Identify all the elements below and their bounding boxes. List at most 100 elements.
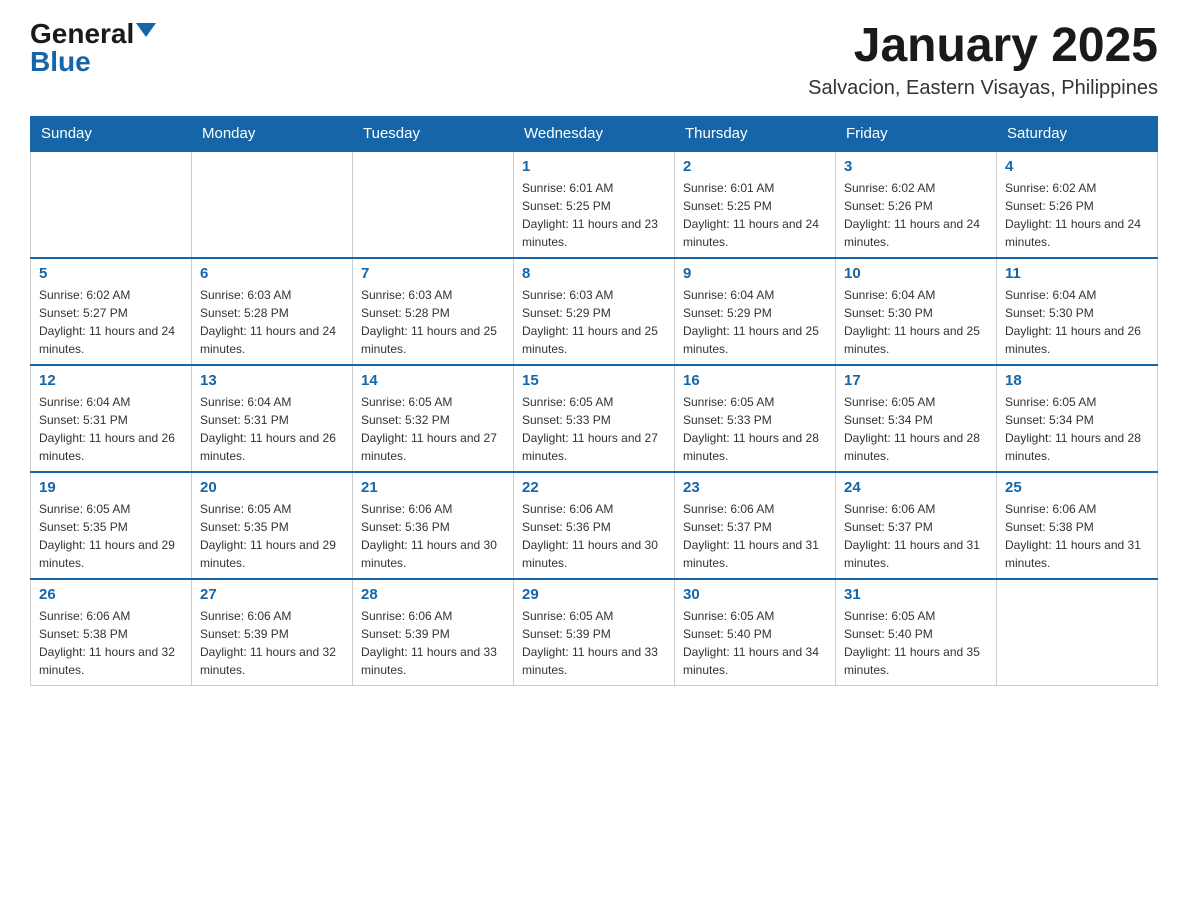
day-number: 26	[39, 586, 183, 603]
day-number: 28	[361, 586, 505, 603]
day-info: Sunrise: 6:05 AM Sunset: 5:33 PM Dayligh…	[522, 393, 666, 465]
calendar-cell: 18 Sunrise: 6:05 AM Sunset: 5:34 PM Dayli…	[997, 365, 1158, 472]
day-info: Sunrise: 6:06 AM Sunset: 5:38 PM Dayligh…	[39, 607, 183, 679]
weekday-header-saturday: Saturday	[997, 116, 1158, 151]
weekday-header-tuesday: Tuesday	[353, 116, 514, 151]
location-subtitle: Salvacion, Eastern Visayas, Philippines	[808, 77, 1158, 100]
day-number: 14	[361, 372, 505, 389]
day-info: Sunrise: 6:05 AM Sunset: 5:34 PM Dayligh…	[1005, 393, 1149, 465]
calendar-cell: 15 Sunrise: 6:05 AM Sunset: 5:33 PM Dayli…	[514, 365, 675, 472]
calendar-cell	[31, 151, 192, 258]
day-info: Sunrise: 6:03 AM Sunset: 5:28 PM Dayligh…	[361, 286, 505, 358]
day-number: 18	[1005, 372, 1149, 389]
day-info: Sunrise: 6:04 AM Sunset: 5:31 PM Dayligh…	[200, 393, 344, 465]
title-area: January 2025 Salvacion, Eastern Visayas,…	[808, 20, 1158, 100]
calendar-cell: 20Sunrise: 6:05 AM Sunset: 5:35 PM Dayli…	[192, 472, 353, 579]
day-info: Sunrise: 6:02 AM Sunset: 5:27 PM Dayligh…	[39, 286, 183, 358]
calendar-cell	[192, 151, 353, 258]
calendar-cell: 25 Sunrise: 6:06 AM Sunset: 5:38 PM Dayli…	[997, 472, 1158, 579]
day-info: Sunrise: 6:05 AM Sunset: 5:40 PM Dayligh…	[844, 607, 988, 679]
day-number: 17	[844, 372, 988, 389]
day-info: Sunrise: 6:06 AM Sunset: 5:37 PM Dayligh…	[844, 500, 988, 572]
day-info: Sunrise: 6:04 AM Sunset: 5:30 PM Dayligh…	[1005, 286, 1149, 358]
calendar-cell: 11 Sunrise: 6:04 AM Sunset: 5:30 PM Dayli…	[997, 258, 1158, 365]
weekday-header-row: SundayMondayTuesdayWednesdayThursdayFrid…	[31, 116, 1158, 151]
day-info: Sunrise: 6:05 AM Sunset: 5:33 PM Dayligh…	[683, 393, 827, 465]
day-info: Sunrise: 6:01 AM Sunset: 5:25 PM Dayligh…	[522, 179, 666, 251]
logo-general: General	[30, 20, 134, 48]
calendar-cell: 10 Sunrise: 6:04 AM Sunset: 5:30 PM Dayli…	[836, 258, 997, 365]
day-info: Sunrise: 6:02 AM Sunset: 5:26 PM Dayligh…	[844, 179, 988, 251]
day-number: 2	[683, 158, 827, 175]
calendar-cell: 16 Sunrise: 6:05 AM Sunset: 5:33 PM Dayli…	[675, 365, 836, 472]
calendar-cell: 28 Sunrise: 6:06 AM Sunset: 5:39 PM Dayli…	[353, 579, 514, 686]
calendar-cell: 22 Sunrise: 6:06 AM Sunset: 5:36 PM Dayli…	[514, 472, 675, 579]
day-number: 25	[1005, 479, 1149, 496]
calendar-cell: 30 Sunrise: 6:05 AM Sunset: 5:40 PM Dayli…	[675, 579, 836, 686]
day-number: 16	[683, 372, 827, 389]
day-number: 15	[522, 372, 666, 389]
calendar-week-row: 12 Sunrise: 6:04 AM Sunset: 5:31 PM Dayli…	[31, 365, 1158, 472]
day-info: Sunrise: 6:04 AM Sunset: 5:30 PM Dayligh…	[844, 286, 988, 358]
logo-blue: Blue	[30, 48, 91, 76]
day-number: 12	[39, 372, 183, 389]
calendar-cell: 4 Sunrise: 6:02 AM Sunset: 5:26 PM Daylig…	[997, 151, 1158, 258]
calendar-cell: 27Sunrise: 6:06 AM Sunset: 5:39 PM Dayli…	[192, 579, 353, 686]
calendar-cell: 26 Sunrise: 6:06 AM Sunset: 5:38 PM Dayli…	[31, 579, 192, 686]
day-info: Sunrise: 6:03 AM Sunset: 5:29 PM Dayligh…	[522, 286, 666, 358]
calendar-week-row: 5 Sunrise: 6:02 AM Sunset: 5:27 PM Daylig…	[31, 258, 1158, 365]
weekday-header-sunday: Sunday	[31, 116, 192, 151]
calendar-cell: 9 Sunrise: 6:04 AM Sunset: 5:29 PM Daylig…	[675, 258, 836, 365]
calendar-cell: 12 Sunrise: 6:04 AM Sunset: 5:31 PM Dayli…	[31, 365, 192, 472]
day-info: Sunrise: 6:03 AM Sunset: 5:28 PM Dayligh…	[200, 286, 344, 358]
day-info: Sunrise: 6:05 AM Sunset: 5:35 PM Dayligh…	[200, 500, 344, 572]
calendar-cell: 17Sunrise: 6:05 AM Sunset: 5:34 PM Dayli…	[836, 365, 997, 472]
day-number: 31	[844, 586, 988, 603]
day-info: Sunrise: 6:02 AM Sunset: 5:26 PM Dayligh…	[1005, 179, 1149, 251]
day-info: Sunrise: 6:06 AM Sunset: 5:37 PM Dayligh…	[683, 500, 827, 572]
calendar-cell: 19Sunrise: 6:05 AM Sunset: 5:35 PM Dayli…	[31, 472, 192, 579]
day-info: Sunrise: 6:06 AM Sunset: 5:39 PM Dayligh…	[361, 607, 505, 679]
day-number: 23	[683, 479, 827, 496]
day-number: 11	[1005, 265, 1149, 282]
weekday-header-wednesday: Wednesday	[514, 116, 675, 151]
day-number: 4	[1005, 158, 1149, 175]
day-info: Sunrise: 6:05 AM Sunset: 5:32 PM Dayligh…	[361, 393, 505, 465]
day-number: 7	[361, 265, 505, 282]
day-info: Sunrise: 6:04 AM Sunset: 5:31 PM Dayligh…	[39, 393, 183, 465]
weekday-header-monday: Monday	[192, 116, 353, 151]
calendar-week-row: 1 Sunrise: 6:01 AM Sunset: 5:25 PM Daylig…	[31, 151, 1158, 258]
day-number: 8	[522, 265, 666, 282]
calendar-cell: 23 Sunrise: 6:06 AM Sunset: 5:37 PM Dayli…	[675, 472, 836, 579]
day-info: Sunrise: 6:06 AM Sunset: 5:38 PM Dayligh…	[1005, 500, 1149, 572]
calendar-week-row: 26 Sunrise: 6:06 AM Sunset: 5:38 PM Dayli…	[31, 579, 1158, 686]
calendar-cell: 13 Sunrise: 6:04 AM Sunset: 5:31 PM Dayli…	[192, 365, 353, 472]
day-info: Sunrise: 6:06 AM Sunset: 5:36 PM Dayligh…	[522, 500, 666, 572]
day-number: 3	[844, 158, 988, 175]
day-number: 24	[844, 479, 988, 496]
calendar-table: SundayMondayTuesdayWednesdayThursdayFrid…	[30, 116, 1158, 686]
calendar-week-row: 19 Sunrise: 6:05 AM Sunset: 5:35 PM Dayli…	[31, 472, 1158, 579]
day-number: 22	[522, 479, 666, 496]
logo-triangle-icon	[136, 23, 156, 37]
calendar-cell: 24 Sunrise: 6:06 AM Sunset: 5:37 PM Dayli…	[836, 472, 997, 579]
day-number: 9	[683, 265, 827, 282]
calendar-cell	[353, 151, 514, 258]
calendar-cell: 29Sunrise: 6:05 AM Sunset: 5:39 PM Dayli…	[514, 579, 675, 686]
day-number: 21	[361, 479, 505, 496]
day-number: 6	[200, 265, 344, 282]
day-info: Sunrise: 6:05 AM Sunset: 5:40 PM Dayligh…	[683, 607, 827, 679]
day-number: 29	[522, 586, 666, 603]
day-number: 1	[522, 158, 666, 175]
calendar-cell: 5 Sunrise: 6:02 AM Sunset: 5:27 PM Daylig…	[31, 258, 192, 365]
day-number: 5	[39, 265, 183, 282]
calendar-cell: 21Sunrise: 6:06 AM Sunset: 5:36 PM Dayli…	[353, 472, 514, 579]
day-number: 19	[39, 479, 183, 496]
day-number: 30	[683, 586, 827, 603]
day-info: Sunrise: 6:04 AM Sunset: 5:29 PM Dayligh…	[683, 286, 827, 358]
calendar-cell: 2Sunrise: 6:01 AM Sunset: 5:25 PM Daylig…	[675, 151, 836, 258]
day-number: 10	[844, 265, 988, 282]
page-header: General Blue January 2025 Salvacion, Eas…	[30, 20, 1158, 100]
day-number: 13	[200, 372, 344, 389]
day-number: 27	[200, 586, 344, 603]
